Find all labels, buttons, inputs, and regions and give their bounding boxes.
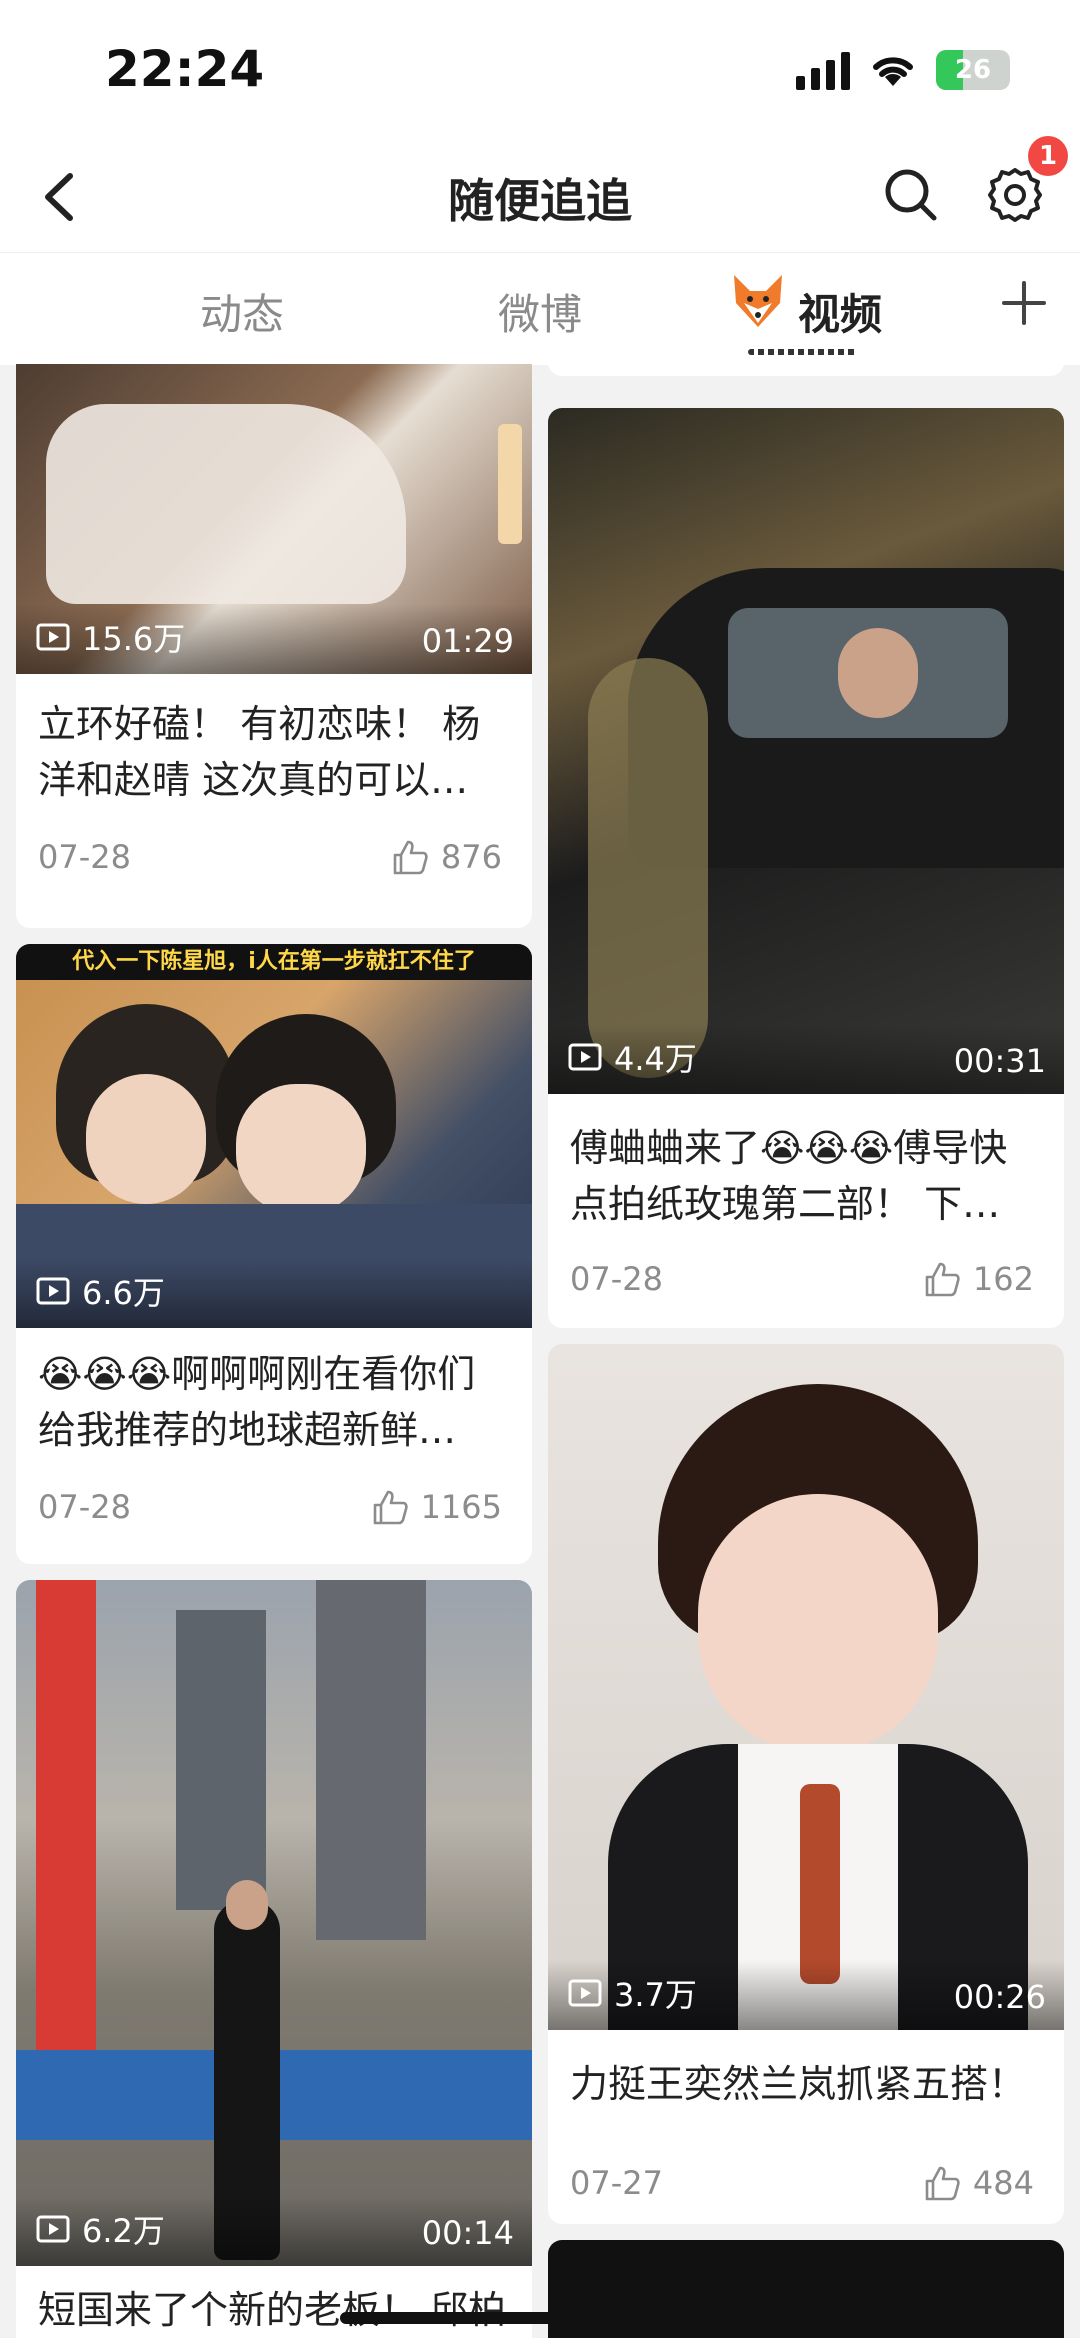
battery-level: 26 (954, 55, 992, 85)
status-time: 22:24 (105, 40, 265, 98)
video-card[interactable]: 代入一下陈星旭，i人在第一步就扛不住了 6.6万 😭😭😭啊啊啊刚在看你们给我推荐… (16, 944, 532, 1564)
video-title: 力挺王奕然兰岚抓紧五搭！ (570, 2062, 1027, 2106)
video-thumbnail: 代入一下陈星旭，i人在第一步就扛不住了 6.6万 (16, 944, 532, 1328)
video-duration: 00:26 (953, 1978, 1046, 2016)
video-thumbnail: 3.7万 00:26 (548, 1344, 1064, 2030)
post-date: 07-28 (38, 838, 131, 876)
like-count-label: 1165 (420, 1488, 502, 1526)
play-icon (36, 623, 70, 651)
thumbs-up-icon (393, 840, 428, 875)
like-count[interactable]: 876 (391, 838, 502, 876)
view-count: 3.7万 (568, 1970, 697, 2016)
status-bar: 22:24 26 (0, 0, 1080, 140)
like-count[interactable]: 484 (923, 2164, 1034, 2202)
play-icon (568, 1043, 602, 1071)
video-card[interactable]: 15.6万 01:29 立环好磕！ 有初恋味！ 杨洋和赵晴 这次真的可以… 07… (16, 364, 532, 928)
active-tab-indicator (748, 349, 858, 355)
view-count-label: 4.4万 (614, 1040, 697, 1078)
video-title: 短国来了个新的老板！ 邱柏 (38, 2288, 507, 2332)
thumbs-up-icon (925, 2166, 960, 2201)
video-duration: 00:31 (953, 1042, 1046, 1080)
thumbs-up-icon (925, 1262, 960, 1297)
view-count-label: 6.2万 (82, 2212, 165, 2250)
video-thumbnail: 15.6万 01:29 (16, 364, 532, 674)
like-count-label: 876 (440, 838, 502, 876)
view-count: 6.2万 (36, 2206, 165, 2252)
video-feed: 15.6万 01:29 立环好磕！ 有初恋味！ 杨洋和赵晴 这次真的可以… 07… (0, 364, 1080, 2338)
cellular-signal-icon (796, 50, 850, 90)
battery-icon: 26 (936, 50, 1010, 90)
video-thumbnail: 6.2万 00:14 (16, 1580, 532, 2266)
video-title: 傅蛐蛐来了😭😭😭傅导快点拍纸玫瑰第二部！ 下… (570, 1126, 1008, 1226)
tab-bar: 动态 微博 视频 (0, 252, 1080, 365)
tab-dynamic[interactable]: 动态 (200, 281, 284, 342)
play-icon (36, 1277, 70, 1305)
like-count-label: 162 (972, 1260, 1034, 1298)
view-count: 4.4万 (568, 1034, 697, 1080)
notification-badge: 1 (1028, 136, 1068, 176)
view-count-label: 15.6万 (82, 620, 186, 658)
status-icons: 26 (796, 50, 1010, 90)
video-duration: 00:14 (421, 2214, 514, 2252)
thumbs-up-icon (373, 1490, 408, 1525)
view-count: 15.6万 (36, 614, 185, 660)
video-caption-overlay: 代入一下陈星旭，i人在第一步就扛不住了 (16, 944, 532, 980)
fox-mascot-icon (734, 275, 782, 327)
like-count-label: 484 (972, 2164, 1034, 2202)
home-indicator[interactable] (340, 2312, 740, 2324)
video-thumbnail: 4.4万 00:31 (548, 408, 1064, 1094)
search-icon[interactable] (876, 160, 946, 230)
video-title: 😭😭😭啊啊啊刚在看你们给我推荐的地球超新鲜… (38, 1352, 476, 1452)
tab-video[interactable]: 视频 (798, 281, 882, 342)
view-count-label: 3.7万 (614, 1976, 697, 2014)
like-count[interactable]: 162 (923, 1260, 1034, 1298)
video-card[interactable]: 6.2万 00:14 短国来了个新的老板！ 邱柏 (16, 1580, 532, 2338)
like-count[interactable]: 1165 (371, 1488, 502, 1526)
wifi-icon (873, 57, 913, 86)
add-tab-icon[interactable] (996, 275, 1052, 331)
post-date: 07-27 (570, 2164, 663, 2202)
video-title: 立环好磕！ 有初恋味！ 杨洋和赵晴 这次真的可以… (38, 702, 481, 802)
nav-bar: 随便追追 (0, 140, 1080, 252)
view-count: 6.6万 (36, 1268, 165, 1314)
post-date: 07-28 (570, 1260, 663, 1298)
play-icon (36, 2215, 70, 2243)
video-duration: 01:29 (421, 622, 514, 660)
video-card[interactable]: 3.7万 00:26 力挺王奕然兰岚抓紧五搭！ 07-27 484 (548, 1344, 1064, 2224)
post-date: 07-28 (38, 1488, 131, 1526)
play-icon (568, 1979, 602, 2007)
view-count-label: 6.6万 (82, 1274, 165, 1312)
video-card[interactable]: 4.4万 00:31 傅蛐蛐来了😭😭😭傅导快点拍纸玫瑰第二部！ 下… 07-28… (548, 408, 1064, 1328)
video-card[interactable] (548, 364, 1064, 376)
tab-weibo[interactable]: 微博 (498, 281, 582, 342)
